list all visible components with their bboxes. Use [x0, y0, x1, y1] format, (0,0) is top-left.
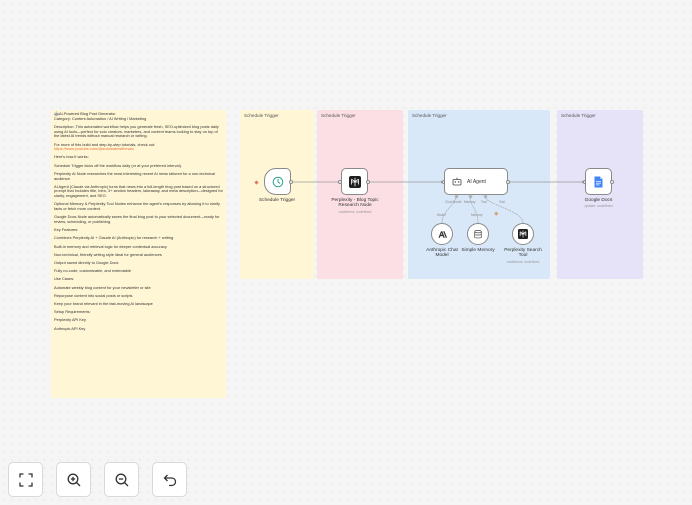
- note-feature-2: Built-in memory and retrieval logic for …: [54, 243, 167, 249]
- clock-icon: [272, 176, 283, 187]
- zoom-out-button[interactable]: [104, 462, 139, 497]
- link-label-tool: Tool: [499, 200, 505, 204]
- zoom-in-button[interactable]: [56, 462, 91, 497]
- note-step-2: Perplexity AI Node researches the most i…: [54, 170, 215, 181]
- note-description: Description: This automated workflow hel…: [54, 123, 219, 139]
- note-usecases-heading: Use Cases:: [54, 276, 75, 282]
- robot-icon: [452, 177, 462, 186]
- anthropic-chat-model-node[interactable]: [431, 223, 453, 245]
- note-usecase-3: Keep your brand relevant in the fast-mov…: [54, 300, 153, 306]
- port-label-memory: Memory: [464, 199, 476, 204]
- google-docs-icon: [594, 176, 603, 187]
- note-more: For more of this build and step-by-step …: [54, 141, 156, 152]
- ai-agent-node[interactable]: AI Agent: [444, 168, 508, 195]
- ai-agent-label: AI Agent: [467, 178, 486, 185]
- port-label-tool: Tool: [481, 199, 487, 204]
- note-features-heading: Key Features:: [54, 227, 79, 233]
- group-title: Schedule Trigger: [244, 113, 279, 118]
- note-setup-heading: Setup Requirements:: [54, 309, 91, 315]
- note-how-heading: Here's how it works:: [54, 154, 89, 160]
- link-label-model: Model: [437, 213, 446, 217]
- perplexity-research-node[interactable]: [341, 168, 368, 195]
- tool-port[interactable]: [482, 193, 488, 199]
- output-handle[interactable]: [289, 180, 293, 184]
- note-step-4: Optional Memory & Perplexity Tool Nodes …: [54, 201, 220, 212]
- fit-view-button[interactable]: [8, 462, 43, 497]
- perplexity-icon: [348, 175, 361, 188]
- undo-icon: [163, 474, 176, 486]
- anthropic-icon: [438, 230, 447, 238]
- link-label-memory: Memory: [471, 213, 483, 217]
- simple-memory-label: Simple Memory: [461, 248, 495, 253]
- output-handle[interactable]: [506, 180, 510, 184]
- note-feature-5: Fully no-code, customizable, and extenda…: [54, 268, 131, 274]
- google-docs-label: Google Docs: [584, 198, 613, 203]
- output-handle[interactable]: [366, 180, 370, 184]
- note-step-3: AI Agent (Claude via Anthropic) turns th…: [54, 183, 223, 199]
- google-docs-subtitle: update: undefined: [584, 204, 613, 208]
- memory-port[interactable]: [467, 193, 473, 199]
- perplexity-node-label: Perplexity - Blog Topic Research Node: [331, 198, 379, 209]
- note-step-5: Google Docs Node automatically saves the…: [54, 214, 220, 224]
- perplexity-icon: [518, 229, 528, 239]
- sticky-note-description[interactable]: 🤖AI-Powered Blog Post Generator Category…: [51, 110, 226, 398]
- chat-model-port[interactable]: [453, 193, 459, 199]
- note-feature-1: Combines Perplexity AI + Claude AI (Anth…: [54, 235, 174, 241]
- fit-view-icon: [18, 472, 33, 487]
- perplexity-search-tool-node[interactable]: [512, 223, 534, 245]
- google-docs-node[interactable]: [585, 168, 612, 195]
- perplexity-tool-label: Perplexity Search Tool: [504, 248, 542, 259]
- zoom-out-icon: [115, 473, 128, 486]
- perplexity-node-subtitle: undefined: undefined: [338, 210, 372, 214]
- note-usecase-2: Repurpose content into social posts or s…: [54, 292, 133, 298]
- note-title: 🤖AI-Powered Blog Post Generator Category…: [54, 111, 147, 121]
- perplexity-tool-subtitle: undefined: undefined: [506, 260, 540, 264]
- group-title: Schedule Trigger: [561, 113, 596, 118]
- group-title: Schedule Trigger: [321, 113, 356, 118]
- schedule-trigger-node[interactable]: [264, 168, 291, 195]
- group-title: Schedule Trigger: [412, 113, 447, 118]
- port-label-chat-model: Chat Model: [445, 199, 462, 204]
- database-icon: [474, 229, 482, 238]
- note-feature-4: Output saved directly to Google Docs: [54, 259, 119, 265]
- note-setup-1: Perplexity API Key: [54, 317, 87, 323]
- schedule-trigger-label: Schedule Trigger: [258, 198, 296, 203]
- note-feature-3: Non-technical, friendly writing style id…: [54, 251, 162, 257]
- note-step-1: Schedule Trigger kicks off the workflow …: [54, 162, 182, 168]
- note-usecase-1: Automate weekly blog content for your ne…: [54, 284, 151, 290]
- output-handle[interactable]: [610, 180, 614, 184]
- tutorial-link[interactable]: https://www.youtube.com/@automatewithmar…: [54, 146, 134, 151]
- note-setup-2: Anthropic API Key: [54, 325, 86, 331]
- zoom-in-icon: [67, 473, 80, 486]
- simple-memory-node[interactable]: [467, 223, 489, 245]
- undo-button[interactable]: [152, 462, 187, 497]
